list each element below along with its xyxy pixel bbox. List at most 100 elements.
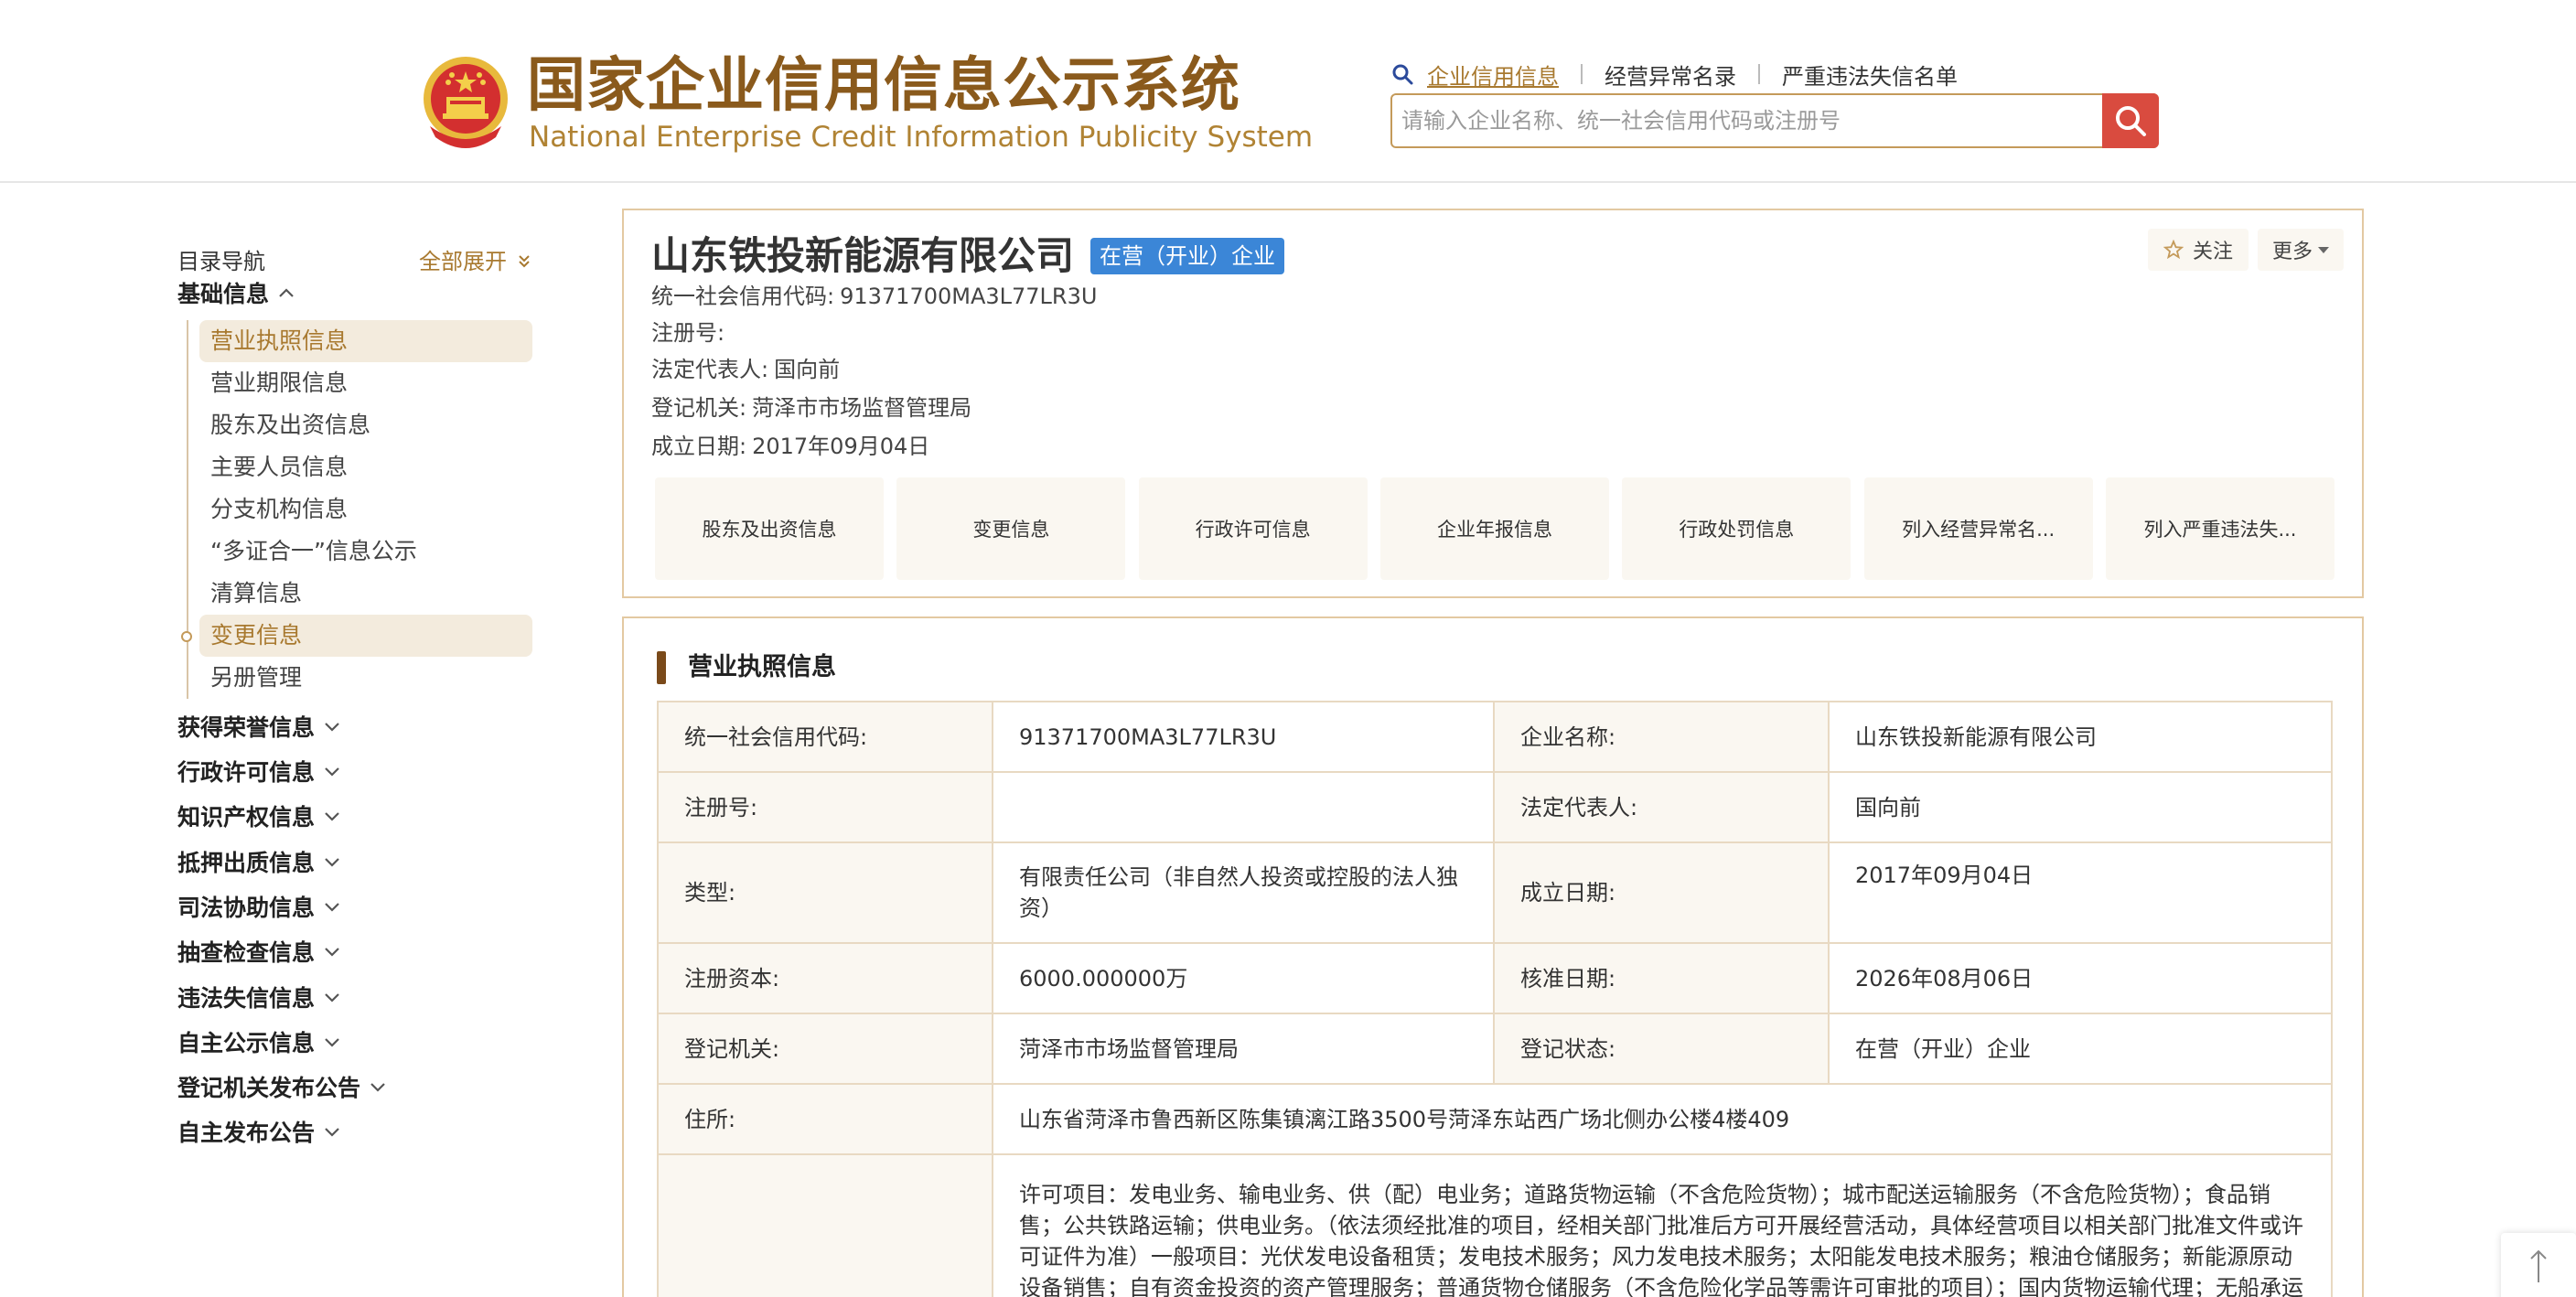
quick-link-annual-report[interactable]: 企业年报信息 [1379,477,1609,580]
quick-link-changes[interactable]: 变更信息 [896,477,1126,580]
section-ip[interactable]: 知识产权信息 [177,799,340,832]
table-row: 注册号: 法定代表人: 国向前 [657,771,2333,843]
table-value: 6000.000000万 [992,942,1495,1014]
section-self-disclosure[interactable]: 自主公示信息 [177,1025,340,1058]
table-row: 住所: 山东省菏泽市鲁西新区陈集镇漓江路3500号菏泽东站西广场北侧办公楼4楼4… [657,1083,2333,1155]
chevron-down-icon [325,858,339,867]
quick-link-shareholders[interactable]: 股东及出资信息 [655,477,884,580]
status-badge: 在营（开业）企业 [1090,238,1284,274]
tab-enterprise-credit[interactable]: 企业信用信息 [1427,59,1559,91]
chevron-down-icon [370,1083,385,1092]
chevron-down-icon [325,723,339,732]
established-line: 成立日期: 2017年09月04日 [651,430,929,463]
arrow-up-icon [2530,1249,2547,1282]
table-row: 类型: 有限责任公司（非自然人投资或控股的法人独资） 成立日期: 2017年09… [657,841,2333,944]
more-label: 更多 [2271,241,2313,263]
section-judicial[interactable]: 司法协助信息 [177,890,340,923]
quick-link-admin-penalty[interactable]: 行政处罚信息 [1622,477,1852,580]
table-value: 2026年08月06日 [1828,942,2333,1014]
table-label: 成立日期: [1493,841,1830,944]
sidebar-item-separate-register[interactable]: 另册管理 [188,657,531,699]
section-authority-notices-label: 登记机关发布公告 [177,1075,361,1101]
site-logo-english: National Enterprise Credit Information P… [529,121,1314,154]
table-value: 山东铁投新能源有限公司 [1828,701,2333,773]
section-violations-label: 违法失信信息 [177,985,316,1012]
authority-line: 登记机关: 菏泽市市场监督管理局 [651,391,971,424]
sidebar-item-business-term[interactable]: 营业期限信息 [188,362,531,404]
sidebar-item-liquidation[interactable]: 清算信息 [188,573,531,615]
section-authority-notices[interactable]: 登记机关发布公告 [177,1070,386,1103]
table-label: 统一社会信用代码: [657,701,993,773]
chevron-down-icon [325,767,339,777]
table-row: 许可项目：发电业务、输电业务、供（配）电业务；道路货物运输（不含危险货物）；城市… [657,1153,2333,1297]
follow-button[interactable]: 关注 [2148,229,2249,271]
table-value: 2017年09月04日 [1828,841,2333,944]
search-input[interactable] [1392,95,2104,146]
search-icon [1392,64,1413,85]
basic-info-sublist: 营业执照信息 营业期限信息 股东及出资信息 主要人员信息 分支机构信息 “多证合… [181,320,532,699]
section-pledge[interactable]: 抵押出质信息 [177,845,340,878]
back-to-top-button[interactable] [2501,1233,2576,1297]
table-value: 菏泽市市场监督管理局 [992,1013,1495,1085]
section-judicial-label: 司法协助信息 [177,895,316,921]
table-label [657,1153,993,1297]
search-tabs: 企业信用信息 经营异常名录 严重违法失信名单 [1390,57,1958,91]
tab-abnormal-list[interactable]: 经营异常名录 [1605,59,1736,91]
expand-all-label: 全部展开 [419,249,507,274]
quick-links: 股东及出资信息 变更信息 行政许可信息 企业年报信息 行政处罚信息 列入经营异常… [655,477,2334,580]
quick-link-serious-violation[interactable]: 列入严重违法失... [2105,477,2334,580]
table-label: 注册资本: [657,942,993,1014]
tab-serious-violation-list[interactable]: 严重违法失信名单 [1782,59,1958,91]
legal-rep-line: 法定代表人: 国向前 [651,353,840,386]
nav-title-row: 目录导航 全部展开 [177,240,531,275]
tab-separator [1758,64,1760,84]
section-inspection[interactable]: 抽查检查信息 [177,935,340,968]
section-self-notices[interactable]: 自主发布公告 [177,1115,340,1148]
authority-label: 登记机关: [651,395,747,421]
search-icon [2116,106,2146,136]
sidebar-item-changes[interactable]: 变更信息 [181,615,532,657]
authority-value: 菏泽市市场监督管理局 [752,395,972,421]
chevron-down-icon [325,812,339,821]
section-basic-info[interactable]: 基础信息 [177,276,295,309]
table-row: 登记机关: 菏泽市市场监督管理局 登记状态: 在营（开业）企业 [657,1013,2333,1085]
active-dot-icon [181,631,192,642]
address-value: 山东省菏泽市鲁西新区陈集镇漓江路3500号菏泽东站西广场北侧办公楼4楼409 [992,1083,2333,1155]
quick-link-abnormal-list[interactable]: 列入经营异常名... [1863,477,2093,580]
chevron-down-icon [325,993,339,1002]
section-honors-label: 获得荣誉信息 [177,714,316,741]
sidebar-item-changes-label: 变更信息 [210,622,303,648]
table-value [992,771,1495,843]
caret-down-icon [2318,246,2329,253]
section-honors[interactable]: 获得荣誉信息 [177,710,340,743]
section-inspection-label: 抽查检查信息 [177,939,316,966]
sidebar-item-shareholders[interactable]: 股东及出资信息 [188,404,531,446]
section-admin-license[interactable]: 行政许可信息 [177,755,340,788]
sidebar-item-branches[interactable]: 分支机构信息 [188,488,531,531]
star-icon [2163,240,2184,260]
legal-rep-value: 国向前 [774,357,841,382]
chevron-down-icon [325,1038,339,1047]
quick-link-admin-license[interactable]: 行政许可信息 [1138,477,1368,580]
section-title: 营业执照信息 [688,653,836,681]
table-label: 住所: [657,1083,993,1155]
expand-all-button[interactable]: 全部展开 [419,243,531,275]
business-license-section: 营业执照信息 统一社会信用代码: 91371700MA3L77LR3U 企业名称… [622,616,2364,1297]
chevron-down-icon [325,903,339,912]
site-logo-chinese: 国家企业信用信息公示系统 [527,52,1240,120]
table-label: 注册号: [657,771,993,843]
sidebar-item-key-personnel[interactable]: 主要人员信息 [188,446,531,488]
search-button[interactable] [2102,93,2159,148]
site-header: 国家企业信用信息公示系统 National Enterprise Credit … [0,0,2576,183]
business-scope-value: 许可项目：发电业务、输电业务、供（配）电业务；道路货物运输（不含危险货物）；城市… [992,1153,2333,1297]
table-row: 注册资本: 6000.000000万 核准日期: 2026年08月06日 [657,942,2333,1014]
table-label: 核准日期: [1493,942,1830,1014]
credit-code-value: 91371700MA3L77LR3U [840,284,1098,309]
sidebar-item-business-license[interactable]: 营业执照信息 [199,320,532,362]
section-ip-label: 知识产权信息 [177,804,316,831]
section-violations[interactable]: 违法失信信息 [177,981,340,1013]
more-button[interactable]: 更多 [2258,229,2344,271]
sidebar-item-multi-cert[interactable]: “多证合一”信息公示 [188,531,531,573]
nav-title: 目录导航 [177,249,265,274]
section-self-disclosure-label: 自主公示信息 [177,1030,316,1056]
